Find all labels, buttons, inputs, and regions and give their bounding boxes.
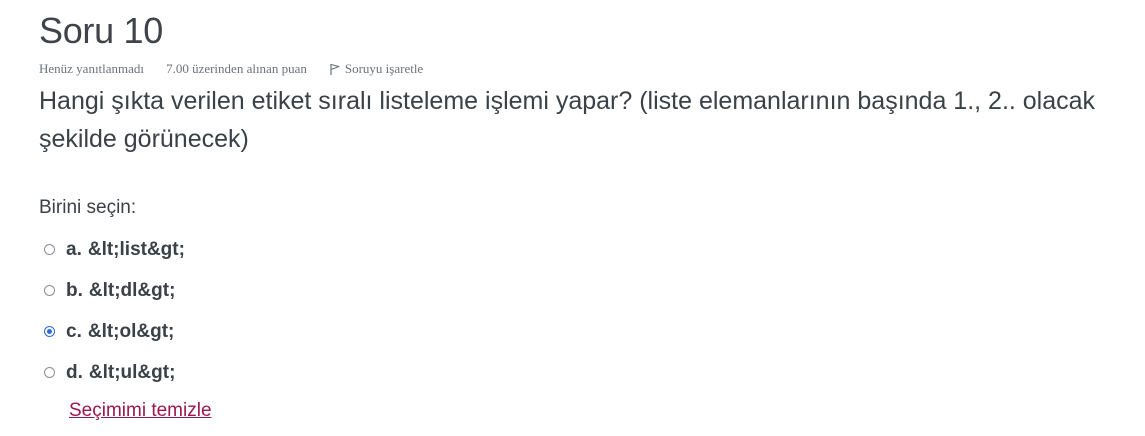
clear-choice-link[interactable]: Seçimimi temizle xyxy=(69,400,212,422)
question-info: Henüz yanıtlanmadı 7.00 üzerinden alınan… xyxy=(39,61,423,77)
answer-option-d[interactable]: d. &lt;ul&gt; xyxy=(44,352,185,393)
answer-option-c[interactable]: c. &lt;ol&gt; xyxy=(44,311,185,352)
option-letter: d. xyxy=(66,361,83,383)
option-letter: a. xyxy=(66,238,82,260)
question-grade: 7.00 üzerinden alınan puan xyxy=(166,61,307,76)
flag-question-label: Soruyu işaretle xyxy=(344,61,424,76)
answer-option-a[interactable]: a. &lt;list&gt; xyxy=(44,229,185,270)
answer-prompt: Birini seçin: xyxy=(39,197,137,218)
option-letter: b. xyxy=(66,279,83,301)
option-letter: c. xyxy=(66,320,82,342)
option-text: &lt;ul&gt; xyxy=(88,361,176,383)
question-state: Henüz yanıtlanmadı xyxy=(39,61,145,76)
flag-question-button[interactable]: Soruyu işaretle xyxy=(329,61,423,77)
option-text: &lt;dl&gt; xyxy=(88,279,176,301)
radio-d[interactable] xyxy=(44,367,55,378)
answer-options: a. &lt;list&gt; b. &lt;dl&gt; c. &lt;ol&… xyxy=(44,229,185,393)
flag-icon xyxy=(330,63,340,75)
question-text: Hangi şıkta verilen etiket sıralı listel… xyxy=(39,87,1096,153)
option-text: &lt;ol&gt; xyxy=(87,320,175,342)
option-text: &lt;list&gt; xyxy=(87,238,185,260)
answer-option-b[interactable]: b. &lt;dl&gt; xyxy=(44,270,185,311)
radio-b[interactable] xyxy=(44,285,55,296)
radio-c[interactable] xyxy=(44,326,55,337)
question-title: Soru 10 xyxy=(39,10,163,51)
radio-a[interactable] xyxy=(44,244,55,255)
